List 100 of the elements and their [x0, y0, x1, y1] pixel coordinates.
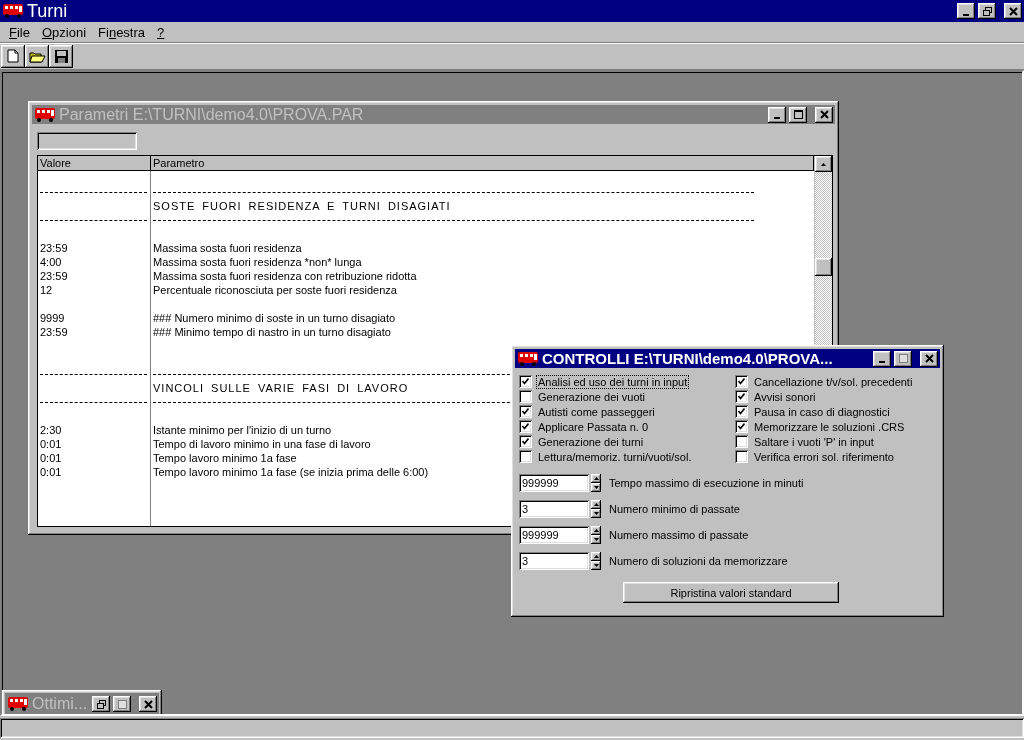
scroll-up-button[interactable]: [815, 156, 832, 172]
checkbox-label[interactable]: Generazione dei vuoti: [537, 390, 646, 403]
checkbox-label[interactable]: Lettura/memoriz. turni/vuoti/sol.: [537, 450, 693, 463]
scroll-thumb[interactable]: [815, 258, 832, 276]
table-cell: 23:59: [40, 325, 68, 339]
menu-item[interactable]: Opzioni: [35, 23, 93, 41]
scrollbar[interactable]: [814, 156, 832, 346]
spin-down-button[interactable]: [591, 483, 601, 492]
checkbox[interactable]: [519, 420, 532, 433]
checkbox-label[interactable]: Applicare Passata n. 0: [537, 420, 650, 433]
minimize-button[interactable]: [768, 106, 786, 123]
up-arrow-icon: [593, 555, 599, 558]
checkbox-label[interactable]: Generazione dei turni: [537, 435, 645, 448]
open-button[interactable]: [25, 45, 49, 68]
checkbox[interactable]: [735, 405, 748, 418]
table-cell: 23:59: [40, 241, 68, 255]
minimize-icon: [774, 117, 780, 119]
menu-item[interactable]: File: [3, 23, 36, 41]
checkbox-label[interactable]: Verifica errori sol. riferimento: [753, 450, 895, 463]
new-button[interactable]: [1, 45, 25, 68]
spin-down-button[interactable]: [591, 535, 601, 544]
reset-button[interactable]: Ripristina valori standard: [623, 582, 839, 603]
checkbox[interactable]: [735, 450, 748, 463]
spin-up-button[interactable]: [591, 552, 601, 561]
bus-icon: [2, 3, 24, 19]
bus-icon: [34, 106, 56, 123]
maximize-button[interactable]: [789, 106, 807, 123]
close-icon: [1008, 6, 1018, 16]
table-cell: 0:01: [40, 451, 62, 465]
bus-icon: [7, 696, 29, 712]
up-arrow-icon: [821, 162, 826, 166]
field-label: Numero minimo di passate: [609, 503, 740, 515]
spin-down-button[interactable]: [591, 509, 601, 518]
close-button[interactable]: [920, 350, 938, 367]
table-cell: 12: [40, 283, 53, 297]
checkbox[interactable]: [519, 375, 532, 388]
spin-down-button[interactable]: [591, 561, 601, 570]
checkbox-label[interactable]: Avvisi sonori: [753, 390, 817, 403]
table-cell: Percentuale riconosciuta per soste fuori residenza: [153, 283, 397, 297]
table-cell: 0:01: [40, 465, 62, 479]
checkmark-icon: [522, 438, 529, 445]
checkbox[interactable]: [519, 405, 532, 418]
checkbox-label[interactable]: Cancellazione t/v/sol. precedenti: [753, 375, 914, 388]
folder-icon: [28, 49, 46, 64]
section-heading: VINCOLI SULLE VARIE FASI DI LAVORO: [153, 381, 409, 395]
up-arrow-icon: [593, 503, 599, 506]
input-field[interactable]: 999999: [519, 526, 589, 544]
window-title: Turni: [27, 0, 69, 22]
maximize-icon: [117, 699, 127, 709]
checkmark-icon: [738, 393, 745, 400]
down-arrow-icon: [593, 512, 599, 515]
checkbox[interactable]: [735, 420, 748, 433]
checkbox[interactable]: [519, 450, 532, 463]
field-label: Tempo massimo di esecuzione in minuti: [609, 477, 804, 489]
checkbox[interactable]: [519, 435, 532, 448]
maximize-button[interactable]: [113, 696, 131, 712]
new-document-icon: [6, 49, 20, 64]
input-field[interactable]: 3: [519, 552, 589, 570]
minimize-button[interactable]: [873, 350, 891, 367]
checkbox[interactable]: [735, 390, 748, 403]
restore-icon: [96, 699, 106, 709]
checkmark-icon: [522, 408, 529, 415]
table-cell: 23:59: [40, 269, 68, 283]
checkbox-label[interactable]: Analisi ed uso dei turni in input: [537, 375, 689, 388]
close-icon: [143, 699, 153, 709]
checkmark-icon: [738, 408, 745, 415]
checkbox[interactable]: [735, 375, 748, 388]
window-title: Parametri E:\TURNI\demo4.0\PROVA.PAR: [59, 105, 365, 124]
field-label: Numero di soluzioni da memorizzare: [609, 555, 788, 567]
close-button[interactable]: [1004, 3, 1022, 19]
close-button[interactable]: [139, 696, 157, 712]
checkbox-label[interactable]: Autisti come passeggeri: [537, 405, 656, 418]
close-icon: [819, 110, 829, 119]
menu-item[interactable]: ?: [151, 23, 171, 41]
column-header[interactable]: Valore: [38, 156, 151, 170]
maximize-icon: [898, 354, 908, 363]
input-field[interactable]: 3: [519, 500, 589, 518]
restore-button[interactable]: [92, 696, 110, 712]
checkbox[interactable]: [519, 390, 532, 403]
checkbox-label[interactable]: Pausa in caso di diagnostici: [753, 405, 891, 418]
close-button[interactable]: [815, 106, 833, 123]
maximize-icon: [793, 110, 803, 119]
restore-button[interactable]: [978, 3, 996, 19]
maximize-button[interactable]: [894, 350, 912, 367]
spin-up-button[interactable]: [591, 526, 601, 535]
checkbox[interactable]: [735, 435, 748, 448]
window-title: CONTROLLI E:\TURNI\demo4.0\PROVA...: [542, 350, 834, 367]
menu-item[interactable]: Finestra: [92, 23, 152, 41]
checkmark-icon: [522, 378, 529, 385]
input-field[interactable]: 999999: [519, 474, 589, 492]
spin-up-button[interactable]: [591, 474, 601, 483]
spin-up-button[interactable]: [591, 500, 601, 509]
input-field[interactable]: [37, 132, 137, 150]
table-cell: ### Minimo tempo di nastro in un turno disagiato: [153, 325, 391, 339]
checkbox-label[interactable]: Memorizzare le soluzioni .CRS: [753, 420, 906, 433]
table-cell: Istante minimo per l'inizio di un turno: [153, 423, 332, 437]
save-button[interactable]: [49, 45, 73, 68]
minimize-button[interactable]: [957, 3, 975, 19]
checkbox-label[interactable]: Saltare i vuoti 'P' in input: [753, 435, 875, 448]
restore-icon: [982, 6, 992, 16]
